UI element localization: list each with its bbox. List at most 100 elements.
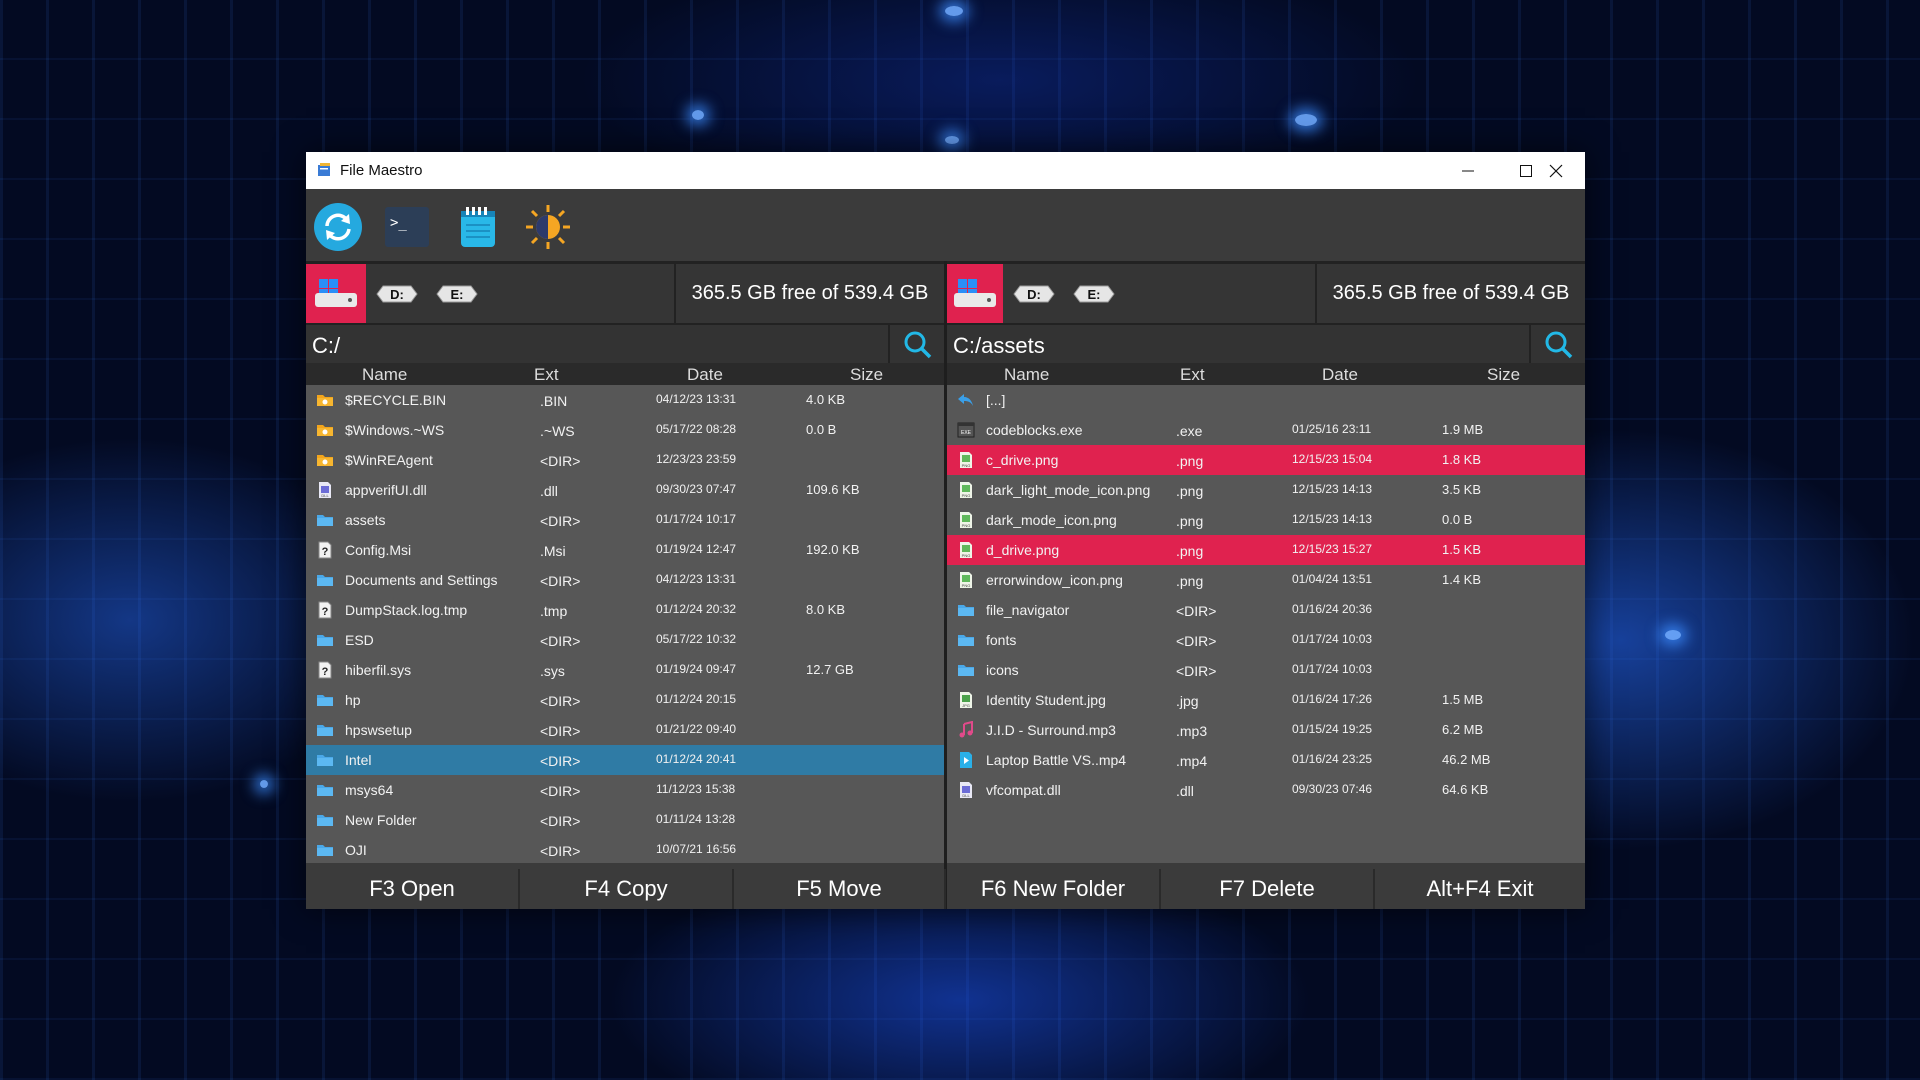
file-row[interactable]: OJI <DIR> 10/07/21 16:56 <box>306 835 944 863</box>
file-date: 01/16/24 17:26 <box>1292 692 1373 706</box>
file-date: 12/15/23 14:13 <box>1292 512 1373 526</box>
new-folder-button[interactable]: F6 New Folder <box>947 869 1161 909</box>
exe-icon: EXE <box>957 421 975 439</box>
file-ext: .dll <box>1176 783 1194 799</box>
drive-label: E: <box>451 287 464 302</box>
file-row[interactable]: file_navigator <DIR> 01/16/24 20:36 <box>947 595 1585 625</box>
delete-button[interactable]: F7 Delete <box>1161 869 1375 909</box>
folder-icon <box>316 781 334 799</box>
header-size[interactable]: Size <box>850 365 883 385</box>
close-button[interactable] <box>1527 152 1585 189</box>
file-date: 01/04/24 13:51 <box>1292 572 1373 586</box>
file-row[interactable]: DLL vfcompat.dll .dll 09/30/23 07:46 64.6 KB <box>947 775 1585 805</box>
minimize-button[interactable] <box>1439 152 1497 189</box>
file-row[interactable]: msys64 <DIR> 11/12/23 15:38 <box>306 775 944 805</box>
drive-c-button[interactable] <box>306 264 366 323</box>
search-button[interactable] <box>888 325 944 363</box>
file-row[interactable]: [...] <box>947 385 1585 415</box>
file-name: vfcompat.dll <box>986 782 1061 798</box>
file-size: 3.5 KB <box>1442 482 1482 497</box>
svg-text:DLL: DLL <box>962 793 970 798</box>
path-input[interactable]: C:/ <box>312 333 340 359</box>
copy-button[interactable]: F4 Copy <box>520 869 734 909</box>
file-name: dark_light_mode_icon.png <box>986 482 1151 498</box>
file-name: Identity Student.jpg <box>986 692 1106 708</box>
dll-icon: DLL <box>957 781 975 799</box>
file-row[interactable]: Intel <DIR> 01/12/24 20:41 <box>306 745 944 775</box>
drive-d-button[interactable]: D: <box>1003 264 1065 323</box>
file-row[interactable]: JPG Identity Student.jpg .jpg 01/16/24 17:2… <box>947 685 1585 715</box>
file-size: 109.6 KB <box>806 482 860 497</box>
file-date: 01/25/16 23:11 <box>1292 422 1372 436</box>
file-row[interactable]: $WinREAgent <DIR> 12/23/23 23:59 <box>306 445 944 475</box>
file-row[interactable]: PNG dark_mode_icon.png .png 12/15/23 14:13 0… <box>947 505 1585 535</box>
file-date: 01/19/24 09:47 <box>656 662 737 676</box>
file-row[interactable]: PNG errorwindow_icon.png .png 01/04/24 13:5… <box>947 565 1585 595</box>
folder-icon <box>316 511 334 529</box>
terminal-button[interactable]: >_ <box>381 201 433 253</box>
header-ext[interactable]: Ext <box>534 365 559 385</box>
file-row[interactable]: J.I.D - Surround.mp3 .mp3 01/15/24 19:25 6.… <box>947 715 1585 745</box>
header-date[interactable]: Date <box>687 365 723 385</box>
file-row[interactable]: ? DumpStack.log.tmp .tmp 01/12/24 20:32 8.0 … <box>306 595 944 625</box>
search-button[interactable] <box>1529 325 1585 363</box>
header-date[interactable]: Date <box>1322 365 1358 385</box>
header-name[interactable]: Name <box>1004 365 1049 385</box>
drive-c-button[interactable] <box>947 264 1003 323</box>
file-row[interactable]: ? hiberfil.sys .sys 01/19/24 09:47 12.7 GB <box>306 655 944 685</box>
background-glow <box>1665 630 1681 640</box>
file-ext: .~WS <box>540 423 575 439</box>
file-row[interactable]: assets <DIR> 01/17/24 10:17 <box>306 505 944 535</box>
file-date: 01/11/24 13:28 <box>656 812 736 826</box>
svg-text:PNG: PNG <box>962 463 971 468</box>
file-date: 01/21/22 09:40 <box>656 722 737 736</box>
file-row[interactable]: $Windows.~WS .~WS 05/17/22 08:28 0.0 B <box>306 415 944 445</box>
svg-text:JPG: JPG <box>962 703 970 708</box>
free-space-label: 365.5 GB free of 539.4 GB <box>1315 264 1585 323</box>
folder-icon <box>316 631 334 649</box>
theme-toggle-button[interactable] <box>522 201 574 253</box>
function-key-bar: F3 Open F4 Copy F5 Move F6 New Folder F7… <box>306 869 1585 909</box>
drive-e-button[interactable]: E: <box>1063 264 1125 323</box>
file-row[interactable]: ESD <DIR> 05/17/22 10:32 <box>306 625 944 655</box>
folder-icon <box>957 661 975 679</box>
path-input[interactable]: C:/assets <box>953 333 1045 359</box>
path-bar: C:/ <box>306 323 944 363</box>
notepad-button[interactable] <box>452 201 504 253</box>
file-row[interactable]: ? Config.Msi .Msi 01/19/24 12:47 192.0 KB <box>306 535 944 565</box>
file-ext: .BIN <box>540 393 568 409</box>
header-name[interactable]: Name <box>362 365 407 385</box>
file-row[interactable]: hp <DIR> 01/12/24 20:15 <box>306 685 944 715</box>
file-row[interactable]: $RECYCLE.BIN .BIN 04/12/23 13:31 4.0 KB <box>306 385 944 415</box>
file-row[interactable]: hpswsetup <DIR> 01/21/22 09:40 <box>306 715 944 745</box>
file-row[interactable]: Documents and Settings <DIR> 04/12/23 13:3… <box>306 565 944 595</box>
file-row[interactable]: New Folder <DIR> 01/11/24 13:28 <box>306 805 944 835</box>
file-row[interactable]: fonts <DIR> 01/17/24 10:03 <box>947 625 1585 655</box>
file-row[interactable]: icons <DIR> 01/17/24 10:03 <box>947 655 1585 685</box>
drive-bar: D: E: 365.5 GB free of 539.4 GB <box>306 261 944 323</box>
file-row[interactable]: PNG d_drive.png .png 12/15/23 15:27 1.5 KB <box>947 535 1585 565</box>
file-row[interactable]: EXE codeblocks.exe .exe 01/25/16 23:11 1.9 M… <box>947 415 1585 445</box>
file-row[interactable]: PNG dark_light_mode_icon.png .png 12/15/23 … <box>947 475 1585 505</box>
drive-e-button[interactable]: E: <box>426 264 488 323</box>
open-button[interactable]: F3 Open <box>306 869 520 909</box>
exit-button[interactable]: Alt+F4 Exit <box>1375 869 1585 909</box>
background-glow <box>260 780 268 788</box>
header-ext[interactable]: Ext <box>1180 365 1205 385</box>
file-name: OJI <box>345 842 367 858</box>
drive-d-button[interactable]: D: <box>366 264 428 323</box>
file-date: 11/12/23 15:38 <box>656 782 736 796</box>
file-row[interactable]: DLL appverifUI.dll .dll 09/30/23 07:47 109.6… <box>306 475 944 505</box>
svg-text:?: ? <box>322 546 329 558</box>
file-date: 05/17/22 10:32 <box>656 632 737 646</box>
refresh-button[interactable] <box>312 201 364 253</box>
file-size: 0.0 B <box>806 422 837 437</box>
file-row[interactable]: Laptop Battle VS..mp4 .mp4 01/16/24 23:25 4… <box>947 745 1585 775</box>
file-ext: <DIR> <box>540 573 581 589</box>
header-size[interactable]: Size <box>1487 365 1520 385</box>
file-date: 12/23/23 23:59 <box>656 452 737 466</box>
file-size: 0.0 B <box>1442 512 1473 527</box>
move-button[interactable]: F5 Move <box>734 869 946 909</box>
file-name: [...] <box>986 392 1006 408</box>
file-row[interactable]: PNG c_drive.png .png 12/15/23 15:04 1.8 KB <box>947 445 1585 475</box>
